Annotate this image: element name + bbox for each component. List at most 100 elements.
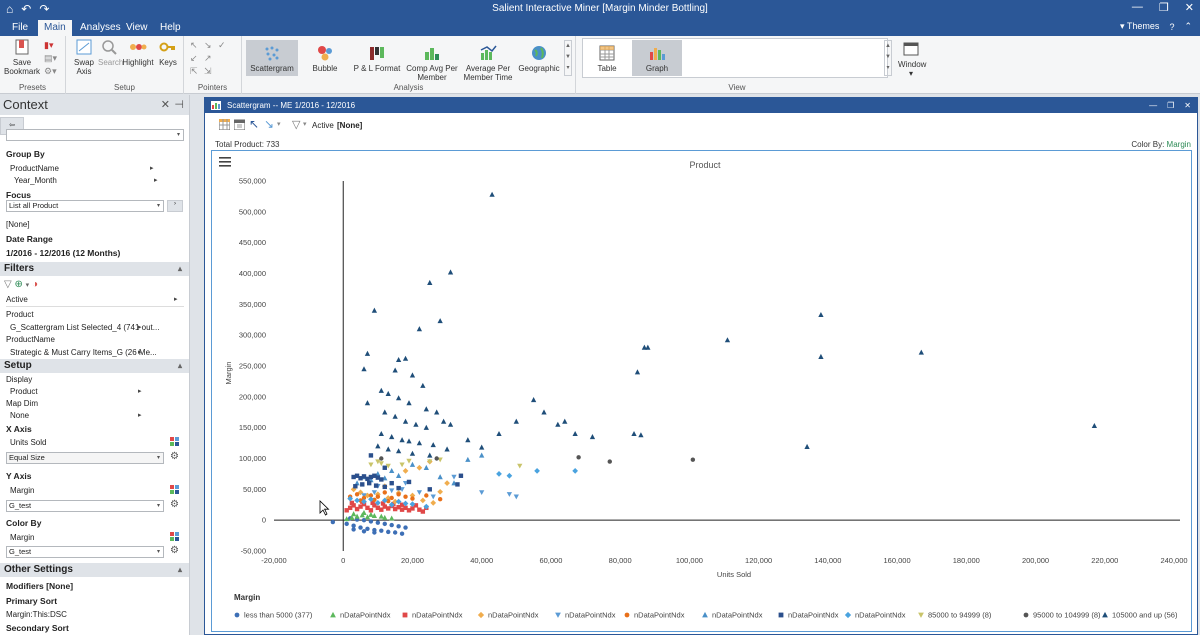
- modifiers-label[interactable]: Modifiers [None]: [6, 581, 189, 591]
- data-point[interactable]: [513, 494, 519, 500]
- data-point[interactable]: [375, 494, 381, 499]
- filters-active-row[interactable]: Active ▸: [6, 295, 184, 307]
- data-point[interactable]: [399, 462, 405, 468]
- data-point[interactable]: [576, 455, 581, 460]
- data-point[interactable]: [402, 418, 409, 424]
- data-point[interactable]: [572, 430, 578, 437]
- legend-item[interactable]: nDataPointNdx: [402, 611, 463, 620]
- legend-item[interactable]: nDataPointNdx: [555, 611, 616, 620]
- legend-marker[interactable]: [477, 611, 485, 619]
- data-point[interactable]: [389, 522, 394, 528]
- data-point[interactable]: [589, 434, 596, 440]
- data-point[interactable]: [416, 440, 423, 446]
- data-point[interactable]: [634, 369, 641, 375]
- tab-view[interactable]: View: [120, 20, 154, 36]
- data-point[interactable]: [479, 452, 485, 458]
- doc-close-icon[interactable]: ✕: [1184, 98, 1191, 113]
- data-point[interactable]: [402, 355, 409, 361]
- drill-dropdown-icon[interactable]: ▾: [277, 120, 288, 131]
- search-button[interactable]: Search: [98, 38, 123, 67]
- data-point[interactable]: [423, 424, 429, 430]
- data-point[interactable]: [392, 413, 398, 419]
- data-point[interactable]: [351, 527, 356, 532]
- calendar-icon[interactable]: [234, 119, 245, 130]
- data-point[interactable]: [451, 474, 457, 480]
- data-point[interactable]: [344, 521, 349, 527]
- data-point[interactable]: [416, 490, 423, 496]
- map-dim-value[interactable]: None ▸: [10, 411, 150, 420]
- analysis-gallery-scroll[interactable]: ▲ ▼ ▾: [564, 40, 572, 76]
- legend-marker[interactable]: [918, 612, 924, 618]
- legend-item[interactable]: 85000 to 94999 (8): [918, 611, 992, 620]
- maximize-icon[interactable]: ❐: [1159, 1, 1169, 14]
- primary-sort-value[interactable]: Margin:This:DSC: [6, 610, 189, 619]
- view-gallery-scroll[interactable]: ▲ ▼ ▾: [884, 40, 892, 76]
- data-point[interactable]: [392, 367, 398, 373]
- data-point[interactable]: [406, 458, 412, 464]
- analysis-comp-avg-button[interactable]: Comp Avg Per Member: [406, 40, 458, 82]
- data-point[interactable]: [368, 508, 374, 513]
- data-point[interactable]: [458, 473, 464, 478]
- legend-marker[interactable]: [624, 612, 630, 618]
- data-point[interactable]: [489, 191, 495, 197]
- data-point[interactable]: [396, 524, 401, 529]
- color-scale-select[interactable]: G_test ▾: [6, 546, 164, 558]
- data-point[interactable]: [506, 472, 513, 479]
- data-point[interactable]: [372, 530, 377, 535]
- data-point[interactable]: [366, 480, 372, 486]
- data-point[interactable]: [379, 528, 384, 533]
- data-point[interactable]: [409, 372, 416, 378]
- x-metric[interactable]: Units Sold: [10, 438, 189, 447]
- analysis-avg-member-time-button[interactable]: Average Per Member Time: [460, 40, 516, 82]
- data-point[interactable]: [818, 353, 824, 359]
- data-point[interactable]: [465, 456, 471, 462]
- filter-product-value[interactable]: G_Scattergram List Selected_4 (741 out..…: [10, 323, 180, 332]
- data-point[interactable]: [354, 492, 360, 497]
- data-point[interactable]: [423, 464, 429, 470]
- data-point[interactable]: [399, 531, 405, 536]
- view-table-button[interactable]: Table: [586, 40, 628, 76]
- data-point[interactable]: [389, 467, 395, 474]
- data-point[interactable]: [434, 456, 439, 461]
- data-point[interactable]: [389, 515, 395, 521]
- data-point[interactable]: [375, 520, 381, 525]
- data-point[interactable]: [423, 406, 429, 412]
- x-scale-select[interactable]: Equal Size ▾: [6, 452, 164, 464]
- legend-item[interactable]: nDataPointNdx: [624, 611, 685, 620]
- data-point[interactable]: [479, 490, 485, 496]
- pointer-right-icon[interactable]: ↗: [204, 53, 212, 64]
- table-view-icon[interactable]: [219, 119, 230, 130]
- context-selector[interactable]: ▾: [6, 129, 184, 141]
- data-point[interactable]: [496, 430, 502, 437]
- tab-file[interactable]: File: [6, 20, 34, 36]
- data-point[interactable]: [918, 349, 924, 355]
- pointer-a-icon[interactable]: ⇱: [190, 66, 198, 77]
- data-point[interactable]: [358, 525, 363, 530]
- y-scale-select[interactable]: G_test ▾: [6, 500, 164, 512]
- legend-marker[interactable]: [1102, 611, 1108, 618]
- y-metric-grid-icon[interactable]: [170, 485, 180, 495]
- legend-marker[interactable]: [778, 612, 784, 618]
- data-point[interactable]: [368, 462, 374, 468]
- analysis-bubble-button[interactable]: Bubble: [302, 40, 348, 73]
- data-point[interactable]: [434, 409, 440, 415]
- data-point[interactable]: [416, 326, 423, 332]
- swap-axis-button[interactable]: Swap Axis: [70, 38, 98, 76]
- data-point[interactable]: [353, 484, 358, 489]
- scatter-chart[interactable]: Product -20,000 0 20,000 40,000 60,000 80,000…: [212, 151, 1191, 631]
- doc-restore-icon[interactable]: ❐: [1167, 98, 1174, 113]
- data-point[interactable]: [399, 437, 405, 443]
- legend-marker[interactable]: [234, 612, 240, 618]
- data-point[interactable]: [541, 409, 547, 415]
- data-point[interactable]: [818, 311, 824, 318]
- data-point[interactable]: [364, 350, 371, 356]
- data-point[interactable]: [385, 446, 391, 452]
- data-point[interactable]: [361, 509, 367, 515]
- data-point[interactable]: [413, 421, 419, 427]
- close-icon[interactable]: ✕: [1185, 1, 1194, 14]
- data-point[interactable]: [360, 482, 365, 487]
- other-settings-section-header[interactable]: Other Settings ▴: [0, 563, 189, 577]
- data-point[interactable]: [371, 307, 378, 313]
- data-point[interactable]: [373, 483, 379, 488]
- ribbon-collapse-icon[interactable]: ⌃: [1184, 21, 1192, 32]
